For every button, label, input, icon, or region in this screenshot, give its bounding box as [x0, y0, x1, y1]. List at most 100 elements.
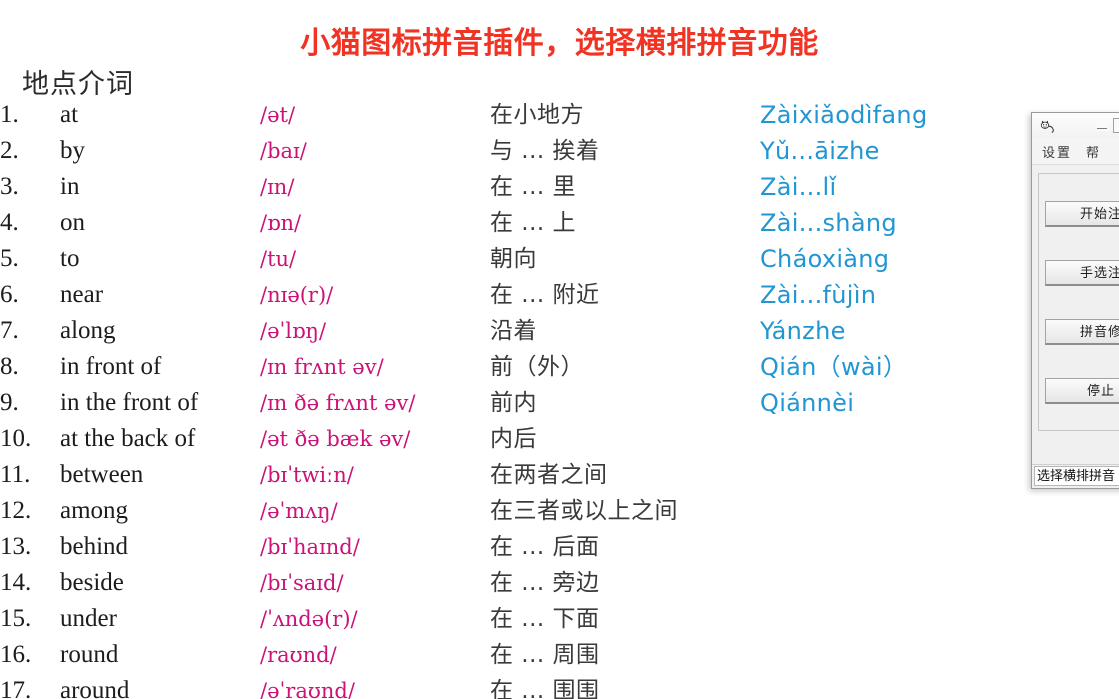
row-number: 13.	[0, 533, 32, 560]
table-row: 1. at/ət/在小地方 Zàixiǎodìfang	[0, 98, 1119, 134]
chinese-meaning: 在三者或以上之间	[490, 498, 678, 524]
chinese-meaning: 在 ... 下面	[490, 606, 600, 632]
row-number: 16.	[0, 641, 32, 668]
manual-annotate-button[interactable]: 手选注	[1045, 259, 1119, 286]
english-word: among	[60, 497, 129, 524]
menu-item-help[interactable]: 帮	[1086, 142, 1101, 161]
minimize-button[interactable]	[1096, 118, 1109, 131]
english-word: near	[60, 281, 104, 308]
table-row: 16. round/raʊnd/在 ... 周围	[0, 638, 1119, 674]
english-word: between	[60, 461, 144, 488]
plugin-body: 开始注 手选注 拼音修 停止	[1032, 165, 1119, 437]
ipa-transcription: /ət/	[260, 103, 296, 127]
chinese-meaning: 在 ... 后面	[490, 534, 600, 560]
chinese-meaning: 前内	[490, 390, 537, 416]
slide-canvas: 小猫图标拼音插件，选择横排拼音功能 地点介词 1. at/ət/在小地方 Zàixi…	[0, 0, 1119, 699]
table-row: 5. to/tu/朝向 Cháoxiàng	[0, 242, 1119, 278]
table-row: 11. between/bɪˈtwiːn/在两者之间	[0, 458, 1119, 494]
english-word: on	[60, 209, 85, 236]
row-number: 14.	[0, 569, 32, 596]
table-row: 9. in the front of/ɪn ðə frʌnt əv/前内 Qiánn…	[0, 386, 1119, 422]
table-row: 15. under/ˈʌndə(r)/ 在 ... 下面	[0, 602, 1119, 638]
table-row: 2. by/baɪ/与 ... 挨着 Yǔ...āizhe	[0, 134, 1119, 170]
row-number: 15.	[0, 605, 32, 632]
table-row: 7. along/əˈlɒŋ/沿着 Yánzhe	[0, 314, 1119, 350]
ipa-transcription: /ɒn/	[260, 211, 302, 235]
ipa-transcription: /bɪˈsaɪd/	[260, 571, 344, 595]
table-row: 4. on/ɒn/在 ... 上 Zài...shàng	[0, 206, 1119, 242]
english-word: under	[60, 605, 117, 632]
ipa-transcription: /bɪˈhaɪnd/	[260, 535, 360, 559]
chinese-meaning: 在 ... 上	[490, 210, 577, 236]
pinyin-annotation	[760, 566, 1119, 602]
ipa-transcription: /tu/	[260, 247, 297, 271]
table-row: 8. in front of/ɪn frʌnt əv/前（外） Qián（wài）	[0, 350, 1119, 386]
ipa-transcription: /ət ðə bæk əv/	[260, 427, 411, 451]
table-row: 13. behind/bɪˈhaɪnd/在 ... 后面	[0, 530, 1119, 566]
english-word: round	[60, 641, 119, 668]
edit-pinyin-button[interactable]: 拼音修	[1045, 318, 1119, 345]
ipa-transcription: /bɪˈtwiːn/	[260, 463, 354, 487]
ipa-transcription: /əˈmʌŋ/	[260, 499, 338, 523]
ipa-transcription: /ɪn frʌnt əv/	[260, 355, 384, 379]
chinese-meaning: 在 ... 周围	[490, 642, 600, 668]
table-row: 14. beside/bɪˈsaɪd/在 ... 旁边	[0, 566, 1119, 602]
maximize-button[interactable]	[1113, 118, 1119, 133]
pinyin-plugin-window[interactable]: 设置 帮 开始注 手选注 拼音修 停止 选择横排拼音	[1031, 112, 1119, 489]
page-title: 小猫图标拼音插件，选择横排拼音功能	[300, 26, 819, 61]
plugin-statusbar: 选择横排拼音	[1032, 464, 1119, 488]
row-number: 5.	[0, 245, 19, 272]
pinyin-annotation	[760, 602, 1119, 638]
english-word: along	[60, 317, 116, 344]
pinyin-annotation	[760, 638, 1119, 674]
row-number: 17.	[0, 677, 32, 699]
english-word: around	[60, 677, 130, 699]
plugin-titlebar[interactable]	[1032, 113, 1119, 138]
ipa-transcription: /ɪn ðə frʌnt əv/	[260, 391, 416, 415]
english-word: in	[60, 173, 80, 200]
start-annotate-button[interactable]: 开始注	[1045, 200, 1119, 227]
plugin-menubar: 设置 帮	[1032, 138, 1119, 165]
menu-item-settings[interactable]: 设置	[1042, 142, 1072, 161]
status-text: 选择横排拼音	[1034, 466, 1119, 486]
ipa-transcription: /raʊnd/	[260, 643, 337, 667]
ipa-transcription: /ˈʌndə(r)/	[260, 607, 358, 631]
english-word: at the back of	[60, 425, 196, 452]
english-word: to	[60, 245, 80, 272]
row-number: 8.	[0, 353, 19, 380]
english-word: by	[60, 137, 85, 164]
table-row: 6. near/nɪə(r)/在 ... 附近 Zài...fùjìn	[0, 278, 1119, 314]
chinese-meaning: 在 ... 围围	[490, 678, 600, 699]
chinese-meaning: 在 ... 旁边	[490, 570, 600, 596]
pinyin-annotation	[760, 674, 1119, 699]
chinese-meaning: 在小地方	[490, 102, 584, 128]
chinese-meaning: 在两者之间	[490, 462, 608, 488]
chinese-meaning: 沿着	[490, 318, 537, 344]
row-number: 3.	[0, 173, 19, 200]
plugin-button-group: 开始注 手选注 拼音修 停止	[1038, 173, 1119, 431]
chinese-meaning: 在 ... 附近	[490, 282, 600, 308]
ipa-transcription: /ɪn/	[260, 175, 295, 199]
ipa-transcription: /əˈraʊnd/	[260, 679, 355, 699]
table-row: 3. in/ɪn/在 ... 里 Zài...lǐ	[0, 170, 1119, 206]
section-heading: 地点介词	[22, 69, 134, 100]
stop-annotate-button[interactable]: 停止	[1045, 377, 1119, 404]
row-number: 7.	[0, 317, 19, 344]
cat-icon	[1040, 120, 1054, 133]
table-row: 12. among/əˈmʌŋ/在三者或以上之间	[0, 494, 1119, 530]
row-number: 4.	[0, 209, 19, 236]
row-number: 10.	[0, 425, 32, 452]
pinyin-annotation	[760, 494, 1119, 530]
ipa-transcription: /nɪə(r)/	[260, 283, 334, 307]
ipa-transcription: /baɪ/	[260, 139, 307, 163]
row-number: 9.	[0, 389, 19, 416]
ipa-transcription: /əˈlɒŋ/	[260, 319, 327, 343]
table-row: 10. at the back of/ət ðə bæk əv/内后	[0, 422, 1119, 458]
pinyin-annotation	[760, 530, 1119, 566]
table-row: 17. around/əˈraʊnd/在 ... 围围	[0, 674, 1119, 699]
vocabulary-table: 1. at/ət/在小地方 Zàixiǎodìfang 2. by/baɪ/与 ... …	[0, 98, 1119, 699]
chinese-meaning: 在 ... 里	[490, 174, 577, 200]
english-word: behind	[60, 533, 129, 560]
row-number: 12.	[0, 497, 32, 524]
chinese-meaning: 内后	[490, 426, 537, 452]
